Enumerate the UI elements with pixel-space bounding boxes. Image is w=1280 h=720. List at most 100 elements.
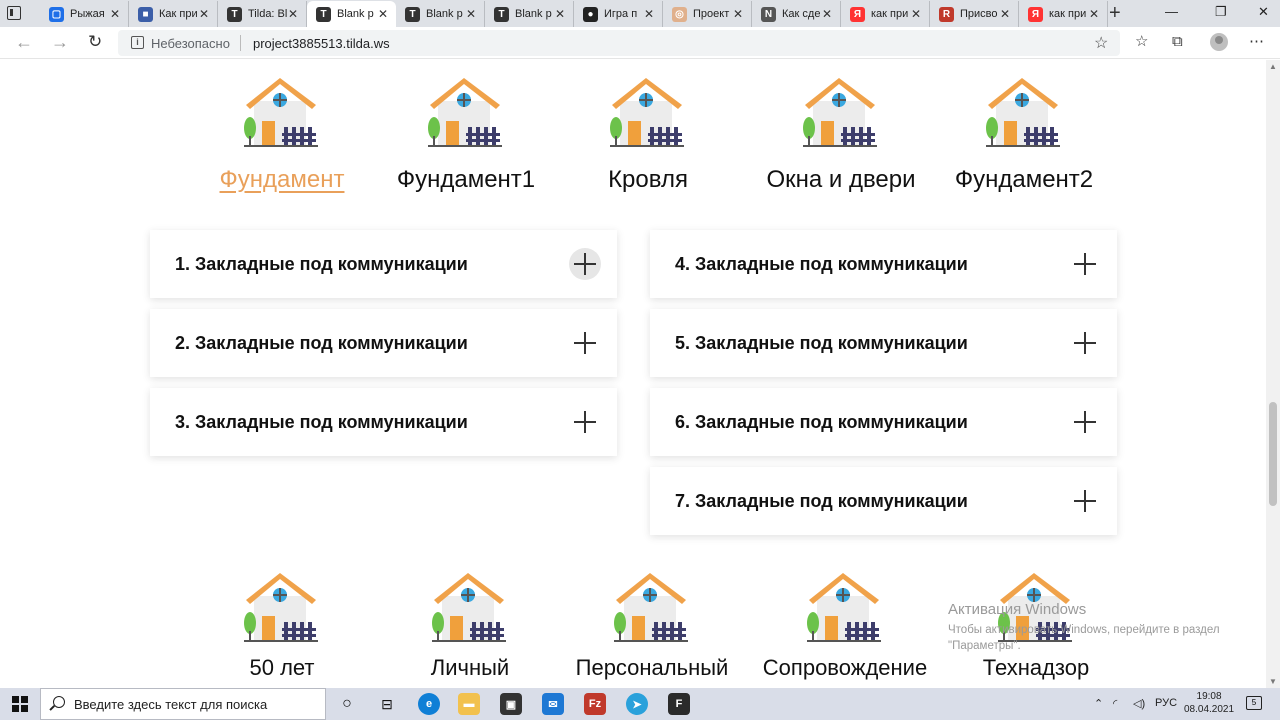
taskbar-search-input[interactable]: Введите здесь текст для поиска xyxy=(40,688,326,720)
accordion-item[interactable]: 5. Закладные под коммуникации xyxy=(650,309,1117,377)
browser-tab[interactable]: T Blank p ✕ xyxy=(485,1,574,27)
tab-close-icon[interactable]: ✕ xyxy=(733,7,743,21)
tab-close-icon[interactable]: ✕ xyxy=(1089,7,1099,21)
figma-icon[interactable]: F xyxy=(668,693,690,715)
category-label[interactable]: Персональный xyxy=(562,655,742,681)
more-menu-icon[interactable]: ⋯ xyxy=(1249,33,1264,51)
category-label[interactable]: Фундамент2 xyxy=(934,166,1114,194)
expand-plus-icon[interactable] xyxy=(569,327,601,359)
accordion-item[interactable]: 1. Закладные под коммуникации xyxy=(150,230,617,298)
filezilla-icon[interactable]: Fz xyxy=(584,693,606,715)
tray-chevron-icon[interactable]: ⌃ xyxy=(1094,697,1103,710)
address-bar[interactable]: i Небезопасно project3885513.tilda.ws ☆ xyxy=(118,30,1120,56)
windows-start-icon[interactable] xyxy=(12,696,28,712)
reload-icon[interactable]: ↻ xyxy=(88,32,102,52)
info-icon[interactable]: i xyxy=(131,36,144,49)
cortana-icon[interactable]: ○ xyxy=(336,693,358,715)
tab-close-icon[interactable]: ✕ xyxy=(378,7,388,21)
tab-close-icon[interactable]: ✕ xyxy=(199,7,209,21)
browser-tab[interactable]: T Blank p ✕ xyxy=(307,1,396,27)
back-icon[interactable]: ← xyxy=(15,32,33,52)
expand-plus-icon[interactable] xyxy=(1069,406,1101,438)
telegram-icon[interactable]: ➤ xyxy=(626,693,648,715)
tab-favicon-icon: R xyxy=(939,6,954,22)
tab-close-icon[interactable]: ✕ xyxy=(822,7,832,21)
category-item[interactable]: Технадзор xyxy=(946,567,1126,681)
category-item[interactable]: Сопровождение xyxy=(755,567,935,681)
accordion-item[interactable]: 2. Закладные под коммуникации xyxy=(150,309,617,377)
category-label[interactable]: Сопровождение xyxy=(755,655,935,681)
maximize-icon[interactable]: ❐ xyxy=(1215,4,1227,20)
close-window-icon[interactable]: ✕ xyxy=(1258,4,1269,20)
favorite-star-icon[interactable]: ☆ xyxy=(1094,33,1108,53)
scroll-down-icon[interactable]: ▼ xyxy=(1269,677,1277,686)
expand-plus-icon[interactable] xyxy=(1069,327,1101,359)
browser-tab[interactable]: ◎ Проект ✕ xyxy=(663,1,752,27)
category-item[interactable]: 50 лет xyxy=(192,567,372,681)
category-item[interactable]: Личный xyxy=(380,567,560,681)
browser-tab[interactable]: Якак при ✕ xyxy=(1019,1,1108,27)
tab-close-icon[interactable]: ✕ xyxy=(288,7,298,21)
browser-tab[interactable]: ■ Как при ✕ xyxy=(129,1,218,27)
category-item[interactable]: Персональный xyxy=(562,567,742,681)
house-icon xyxy=(803,78,877,147)
tab-list: ▢ Рыжая ✕ ■ Как при ✕ T Tilda: Bl ✕ T Blank p ✕ T Bla… xyxy=(40,1,1108,27)
expand-plus-icon[interactable] xyxy=(569,248,601,280)
category-item[interactable]: Фундамент xyxy=(192,72,372,194)
browser-tab[interactable]: Якак при ✕ xyxy=(841,1,930,27)
scroll-thumb[interactable] xyxy=(1269,402,1277,506)
category-label[interactable]: Фундамент1 xyxy=(376,166,556,194)
category-label[interactable]: Личный xyxy=(380,655,560,681)
forward-icon[interactable]: → xyxy=(51,32,69,52)
url-text[interactable]: project3885513.tilda.ws xyxy=(253,36,390,51)
search-icon xyxy=(53,696,65,708)
tab-close-icon[interactable]: ✕ xyxy=(911,7,921,21)
category-label[interactable]: 50 лет xyxy=(192,655,372,681)
tab-close-icon[interactable]: ✕ xyxy=(466,7,476,21)
tab-close-icon[interactable]: ✕ xyxy=(555,7,565,21)
accordion-item[interactable]: 3. Закладные под коммуникации xyxy=(150,388,617,456)
profile-avatar[interactable] xyxy=(1210,33,1228,51)
mail-icon[interactable]: ✉ xyxy=(542,693,564,715)
tab-actions-icon[interactable] xyxy=(7,6,21,20)
tab-close-icon[interactable]: ✕ xyxy=(644,7,654,21)
tab-close-icon[interactable]: ✕ xyxy=(1000,7,1010,21)
expand-plus-icon[interactable] xyxy=(1069,485,1101,517)
browser-tab[interactable]: T Tilda: Bl ✕ xyxy=(218,1,307,27)
browser-tab[interactable]: T Blank p ✕ xyxy=(396,1,485,27)
category-label[interactable]: Окна и двери xyxy=(751,166,931,194)
task-view-icon[interactable]: ⊟ xyxy=(376,693,398,715)
network-icon[interactable]: ◜ xyxy=(1113,697,1117,710)
tab-close-icon[interactable]: ✕ xyxy=(110,7,120,21)
expand-plus-icon[interactable] xyxy=(1069,248,1101,280)
category-item[interactable]: Окна и двери xyxy=(751,72,931,194)
accordion-item[interactable]: 4. Закладные под коммуникации xyxy=(650,230,1117,298)
page-scrollbar[interactable]: ▲ ▼ xyxy=(1266,60,1280,688)
category-item[interactable]: Кровля xyxy=(558,72,738,194)
store-icon[interactable]: ▣ xyxy=(500,693,522,715)
browser-tab[interactable]: ● Игра п ✕ xyxy=(574,1,663,27)
category-label[interactable]: Кровля xyxy=(558,166,738,194)
browser-tab[interactable]: N Как сде ✕ xyxy=(752,1,841,27)
category-item[interactable]: Фундамент1 xyxy=(376,72,556,194)
taskbar-clock[interactable]: 19:08 08.04.2021 xyxy=(1184,690,1234,716)
edge-icon[interactable]: e xyxy=(418,693,440,715)
category-label[interactable]: Фундамент xyxy=(192,166,372,194)
accordion-item[interactable]: 7. Закладные под коммуникации xyxy=(650,467,1117,535)
minimize-icon[interactable]: — xyxy=(1165,4,1178,20)
expand-plus-icon[interactable] xyxy=(569,406,601,438)
scroll-up-icon[interactable]: ▲ xyxy=(1269,62,1277,71)
file-explorer-icon[interactable]: ▬ xyxy=(458,693,480,715)
new-tab-icon[interactable]: + xyxy=(1109,3,1121,23)
notifications-icon[interactable]: 5 xyxy=(1246,696,1262,710)
browser-tab[interactable]: ▢ Рыжая ✕ xyxy=(40,1,129,27)
language-indicator[interactable]: РУС xyxy=(1155,697,1177,709)
accordion-item[interactable]: 6. Закладные под коммуникации xyxy=(650,388,1117,456)
url-divider xyxy=(240,35,241,51)
category-item[interactable]: Фундамент2 xyxy=(934,72,1114,194)
collections-icon[interactable]: ⧉ xyxy=(1172,33,1183,51)
category-label[interactable]: Технадзор xyxy=(946,655,1126,681)
favorites-icon[interactable]: ☆ xyxy=(1135,33,1148,51)
volume-icon[interactable]: ◁) xyxy=(1133,697,1145,710)
browser-tab[interactable]: R Присво ✕ xyxy=(930,1,1019,27)
